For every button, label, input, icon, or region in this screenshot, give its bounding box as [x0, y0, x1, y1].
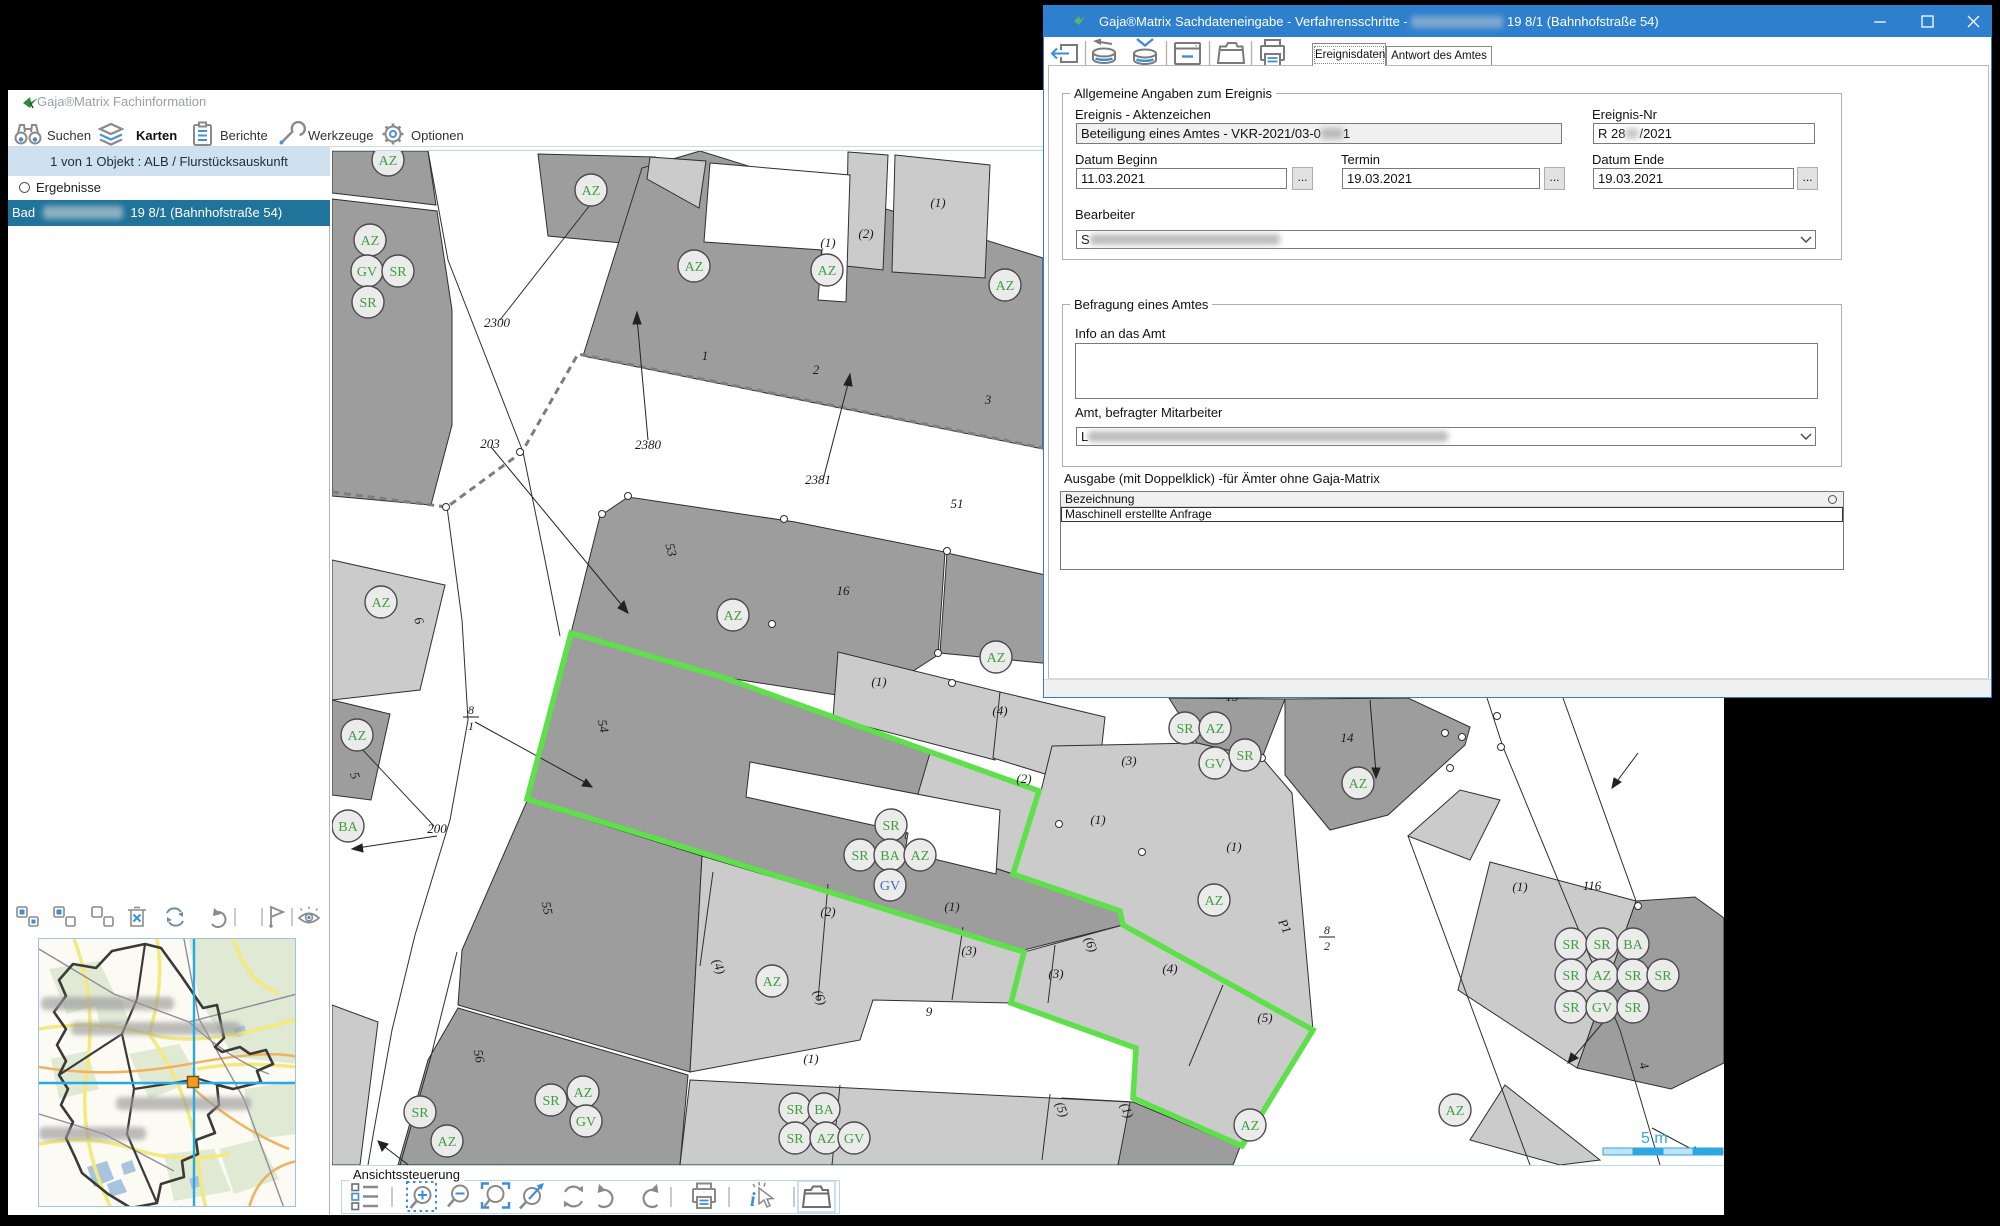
svg-text:SR: SR	[1562, 938, 1580, 953]
svg-text:BA: BA	[338, 820, 358, 835]
svg-text:(1): (1)	[820, 235, 835, 250]
svg-text:1: 1	[702, 348, 709, 363]
svg-text:(1): (1)	[1512, 879, 1527, 894]
svg-text:GV: GV	[576, 1115, 596, 1130]
svg-text:(3): (3)	[1048, 966, 1063, 981]
svg-text:AZ: AZ	[574, 1086, 593, 1101]
svg-text:8: 8	[1324, 923, 1330, 937]
svg-text:(2): (2)	[1016, 771, 1031, 786]
svg-text:2: 2	[1324, 939, 1330, 953]
svg-text:AZ: AZ	[724, 609, 743, 624]
svg-text:1: 1	[468, 719, 474, 733]
svg-text:9: 9	[926, 1004, 933, 1019]
svg-text:16: 16	[837, 583, 851, 598]
svg-text:AZ: AZ	[1206, 722, 1225, 737]
svg-text:SR: SR	[851, 849, 869, 864]
svg-text:AZ: AZ	[379, 154, 398, 169]
svg-text:2300: 2300	[484, 315, 511, 330]
svg-text:Werkzeuge: Werkzeuge	[308, 128, 374, 143]
svg-text:(1): (1)	[930, 195, 945, 210]
svg-text:GV: GV	[1205, 757, 1225, 772]
svg-text:2380: 2380	[635, 437, 662, 452]
svg-text:AZ: AZ	[818, 264, 837, 279]
svg-text:AZ: AZ	[1593, 969, 1612, 984]
svg-text:AZ: AZ	[372, 596, 391, 611]
svg-text:2381: 2381	[805, 472, 831, 487]
svg-text:(1): (1)	[871, 674, 886, 689]
svg-text:116: 116	[1583, 878, 1602, 893]
svg-text:SR: SR	[1176, 722, 1194, 737]
svg-text:AZ: AZ	[361, 234, 380, 249]
svg-text:BA: BA	[814, 1103, 834, 1118]
svg-text:3: 3	[984, 392, 992, 407]
svg-text:AZ: AZ	[911, 849, 930, 864]
svg-text:(1): (1)	[1090, 812, 1105, 827]
svg-text:(2): (2)	[820, 904, 835, 919]
svg-text:SR: SR	[882, 819, 900, 834]
svg-text:SR: SR	[359, 296, 377, 311]
svg-text:203: 203	[480, 436, 500, 451]
svg-text:SR: SR	[1236, 749, 1254, 764]
svg-text:SR: SR	[542, 1094, 560, 1109]
svg-text:GV: GV	[880, 879, 900, 894]
svg-text:Karten: Karten	[136, 128, 177, 143]
svg-text:BA: BA	[1623, 938, 1643, 953]
svg-text:(2): (2)	[858, 226, 873, 241]
svg-text:Berichte: Berichte	[220, 128, 268, 143]
svg-text:SR: SR	[1562, 1001, 1580, 1016]
svg-text:(5): (5)	[1257, 1010, 1272, 1025]
svg-text:AZ: AZ	[348, 729, 367, 744]
svg-text:AZ: AZ	[987, 651, 1006, 666]
svg-text:SR: SR	[411, 1106, 429, 1121]
svg-text:AZ: AZ	[1446, 1104, 1465, 1119]
svg-text:SR: SR	[786, 1103, 804, 1118]
svg-text:GV: GV	[1592, 1001, 1612, 1016]
svg-text:5 m: 5 m	[1641, 1130, 1668, 1147]
svg-text:(3): (3)	[1121, 753, 1136, 768]
svg-text:Suchen: Suchen	[47, 128, 91, 143]
svg-text:AZ: AZ	[582, 184, 601, 199]
svg-text:AZ: AZ	[817, 1132, 836, 1147]
svg-text:(3): (3)	[961, 943, 976, 958]
svg-text:GV: GV	[844, 1132, 864, 1147]
svg-text:GV: GV	[357, 265, 377, 280]
svg-text:AZ: AZ	[1349, 777, 1368, 792]
svg-text:BA: BA	[880, 849, 900, 864]
svg-text:AZ: AZ	[996, 279, 1015, 294]
svg-text:SR: SR	[1624, 969, 1642, 984]
svg-text:Optionen: Optionen	[411, 128, 464, 143]
svg-text:AZ: AZ	[1205, 894, 1224, 909]
svg-text:SR: SR	[1654, 969, 1672, 984]
svg-text:AZ: AZ	[438, 1135, 457, 1150]
svg-text:(4): (4)	[992, 703, 1007, 718]
svg-text:(4): (4)	[1162, 961, 1177, 976]
svg-text:2: 2	[813, 362, 820, 377]
svg-text:200: 200	[427, 821, 447, 836]
svg-text:(1): (1)	[803, 1051, 818, 1066]
svg-text:(1): (1)	[1226, 839, 1241, 854]
svg-text:i: i	[750, 1189, 756, 1211]
svg-text:SR: SR	[1624, 1001, 1642, 1016]
svg-text:51: 51	[951, 496, 964, 511]
svg-text:SR: SR	[1562, 969, 1580, 984]
svg-text:AZ: AZ	[1241, 1119, 1260, 1134]
svg-text:SR: SR	[389, 265, 407, 280]
svg-text:AZ: AZ	[685, 260, 704, 275]
svg-text:(1): (1)	[944, 899, 959, 914]
svg-text:8: 8	[468, 703, 474, 717]
svg-text:SR: SR	[786, 1132, 804, 1147]
svg-text:SR: SR	[1593, 938, 1611, 953]
svg-text:14: 14	[1341, 730, 1355, 745]
svg-text:AZ: AZ	[763, 975, 782, 990]
